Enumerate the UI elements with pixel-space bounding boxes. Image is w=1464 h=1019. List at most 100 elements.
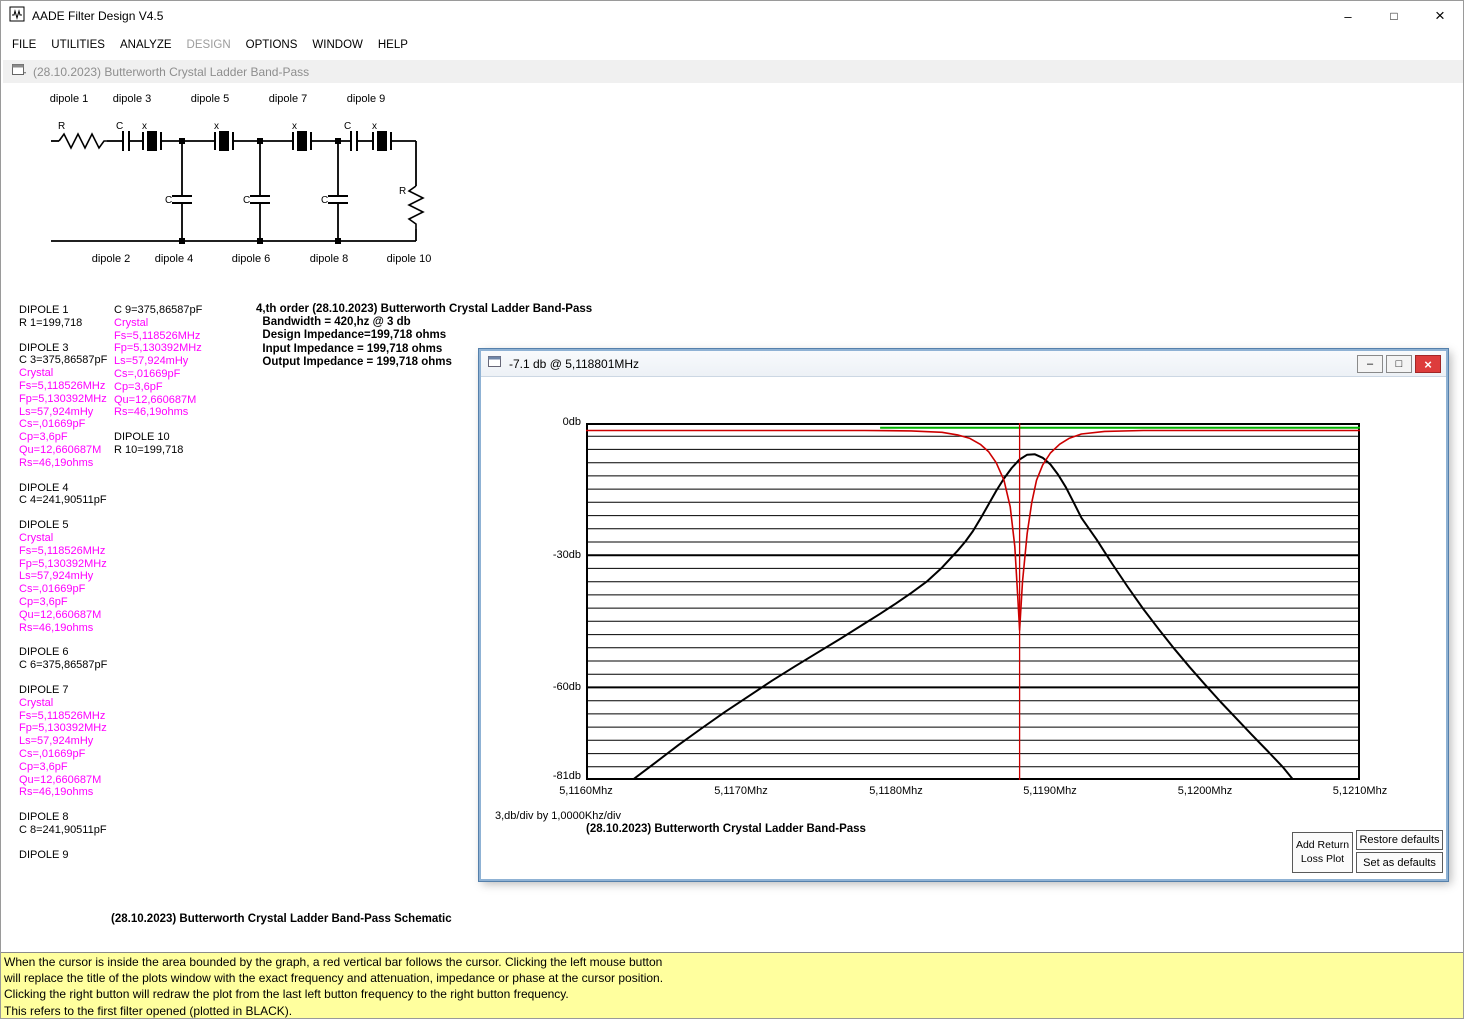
y-tick-label: -30db	[521, 549, 581, 561]
label-r-out: R	[399, 186, 406, 197]
crystal-4[interactable]	[373, 131, 391, 151]
filter-schematic[interactable]: R C x x x C x R C C C dipole 1 dipole 3 …	[31, 86, 461, 276]
crystal-1[interactable]	[143, 131, 161, 151]
label-c-shunt-1: C	[165, 195, 172, 206]
label-c-shunt-2: C	[243, 195, 250, 206]
menu-help[interactable]: HELP	[375, 37, 411, 53]
plot-cursor-readout: -7.1 db @ 5,118801MHz	[509, 357, 639, 371]
label-dipole-5: dipole 5	[191, 93, 230, 105]
maximize-button[interactable]: □	[1371, 1, 1417, 31]
shunt-capacitor-2[interactable]	[250, 196, 270, 203]
crystal-params[interactable]: Crystal Fs=5,118526MHz Fp=5,130392MHz Ls…	[19, 367, 114, 469]
component-list-column-1: DIPOLE 1 R 1=199,718 DIPOLE 3 C 3=375,86…	[19, 304, 114, 873]
crystal-2[interactable]	[215, 131, 233, 151]
menu-file[interactable]: FILE	[9, 37, 39, 53]
label-dipole-4: dipole 4	[155, 253, 194, 265]
app-icon	[9, 6, 25, 27]
label-c-shunt-3: C	[321, 195, 328, 206]
x-tick-label: 5,1160Mhz	[546, 785, 626, 797]
plot-window: -7.1 db @ 5,118801MHz – □ × 0db -30db -6…	[479, 349, 1448, 881]
label-dipole-9: dipole 9	[347, 93, 386, 105]
label-dipole-7: dipole 7	[269, 93, 308, 105]
app-window: AADE Filter Design V4.5 – □ × FILE UTILI…	[0, 0, 1464, 1019]
x-tick-label: 5,1170Mhz	[701, 785, 781, 797]
menu-design: DESIGN	[184, 37, 234, 53]
label-r-in: R	[58, 121, 65, 132]
label-c-series-1: C	[116, 121, 123, 132]
menu-window[interactable]: WINDOW	[309, 37, 365, 53]
help-line: will replace the title of the plots wind…	[4, 970, 1462, 986]
label-x-3: x	[292, 121, 297, 132]
set-as-defaults-button[interactable]: Set as defaults	[1356, 852, 1443, 873]
component-block[interactable]: DIPOLE 9	[19, 849, 114, 862]
help-panel: When the cursor is inside the area bound…	[1, 952, 1464, 1019]
label-dipole-6: dipole 6	[232, 253, 271, 265]
crystal-params[interactable]: Crystal Fs=5,118526MHz Fp=5,130392MHz Ls…	[114, 317, 244, 419]
label-x-2: x	[214, 121, 219, 132]
x-tick-label: 5,1190Mhz	[1010, 785, 1090, 797]
component-block[interactable]: DIPOLE 3 C 3=375,86587pF	[19, 342, 114, 368]
y-tick-label: -60db	[521, 681, 581, 693]
schematic-caption: (28.10.2023) Butterworth Crystal Ladder …	[111, 913, 452, 925]
menubar: FILE UTILITIES ANALYZE DESIGN OPTIONS WI…	[1, 31, 1463, 59]
component-block[interactable]: DIPOLE 10 R 10=199,718	[114, 431, 244, 457]
shunt-capacitor-1[interactable]	[172, 196, 192, 203]
menu-options[interactable]: OPTIONS	[243, 37, 301, 53]
dipole-labels: dipole 1 dipole 3 dipole 5 dipole 7 dipo…	[50, 93, 432, 265]
plot-minimize-button[interactable]: –	[1357, 355, 1383, 373]
label-x-1: x	[142, 121, 147, 132]
window-title: AADE Filter Design V4.5	[32, 9, 163, 23]
help-line: When the cursor is inside the area bound…	[4, 954, 1462, 970]
x-tick-label: 5,1180Mhz	[856, 785, 936, 797]
label-x-4: x	[372, 121, 377, 132]
schematic-wires	[51, 141, 416, 241]
component-block[interactable]: DIPOLE 7	[19, 684, 114, 697]
component-block[interactable]: DIPOLE 5	[19, 519, 114, 532]
shunt-capacitor-3[interactable]	[328, 196, 348, 203]
component-block[interactable]: DIPOLE 1 R 1=199,718	[19, 304, 114, 330]
mdi-child-titlebar[interactable]: (28.10.2023) Butterworth Crystal Ladder …	[3, 60, 1463, 83]
minimize-button[interactable]: –	[1325, 1, 1371, 31]
caption-buttons: – □ ×	[1325, 1, 1463, 31]
x-tick-label: 5,1210Mhz	[1320, 785, 1400, 797]
y-tick-label: -81db	[521, 770, 581, 782]
restore-defaults-button[interactable]: Restore defaults	[1356, 830, 1443, 850]
component-block[interactable]: DIPOLE 6 C 6=375,86587pF	[19, 646, 114, 672]
series-capacitor-2[interactable]	[351, 131, 357, 151]
label-dipole-8: dipole 8	[310, 253, 349, 265]
component-block[interactable]: DIPOLE 8 C 8=241,90511pF	[19, 811, 114, 837]
x-tick-label: 5,1200Mhz	[1165, 785, 1245, 797]
plot-titlebar[interactable]: -7.1 db @ 5,118801MHz – □ ×	[481, 351, 1446, 377]
add-return-loss-button[interactable]: Add Return Loss Plot	[1292, 832, 1353, 873]
plot-close-button[interactable]: ×	[1415, 355, 1441, 373]
crystal-params[interactable]: Crystal Fs=5,118526MHz Fp=5,130392MHz Ls…	[19, 697, 114, 799]
component-block[interactable]: C 9=375,86587pF	[114, 304, 244, 317]
menu-analyze[interactable]: ANALYZE	[117, 37, 175, 53]
crystal-params[interactable]: Crystal Fs=5,118526MHz Fp=5,130392MHz Ls…	[19, 532, 114, 634]
graph-area[interactable]	[586, 423, 1360, 780]
label-dipole-3: dipole 3	[113, 93, 152, 105]
component-block[interactable]: DIPOLE 4 C 4=241,90511pF	[19, 482, 114, 508]
label-dipole-2: dipole 2	[92, 253, 131, 265]
plot-window-icon[interactable]	[488, 355, 502, 373]
plot-caption-buttons: – □ ×	[1357, 355, 1441, 373]
series-capacitor-1[interactable]	[123, 131, 129, 151]
label-c-series-2: C	[344, 121, 351, 132]
output-resistor[interactable]	[409, 186, 423, 229]
label-dipole-10: dipole 10	[387, 253, 432, 265]
plot-restore-button[interactable]: □	[1386, 355, 1412, 373]
scale-note: 3,db/div by 1,0000Khz/div	[495, 810, 621, 822]
titlebar[interactable]: AADE Filter Design V4.5 – □ ×	[1, 1, 1463, 31]
y-tick-label: 0db	[521, 416, 581, 428]
menu-utilities[interactable]: UTILITIES	[48, 37, 108, 53]
close-button[interactable]: ×	[1417, 1, 1463, 31]
crystal-3[interactable]	[293, 131, 311, 151]
plot-title: (28.10.2023) Butterworth Crystal Ladder …	[586, 823, 866, 835]
input-resistor[interactable]	[59, 134, 107, 148]
mdi-child-title: (28.10.2023) Butterworth Crystal Ladder …	[33, 65, 309, 79]
component-list-column-2: C 9=375,86587pF Crystal Fs=5,118526MHz F…	[114, 304, 244, 469]
help-line: Clicking the right button will redraw th…	[4, 986, 1462, 1002]
label-dipole-1: dipole 1	[50, 93, 89, 105]
mdi-child-icon[interactable]	[12, 63, 26, 81]
help-line: This refers to the first filter opened (…	[4, 1003, 1462, 1019]
